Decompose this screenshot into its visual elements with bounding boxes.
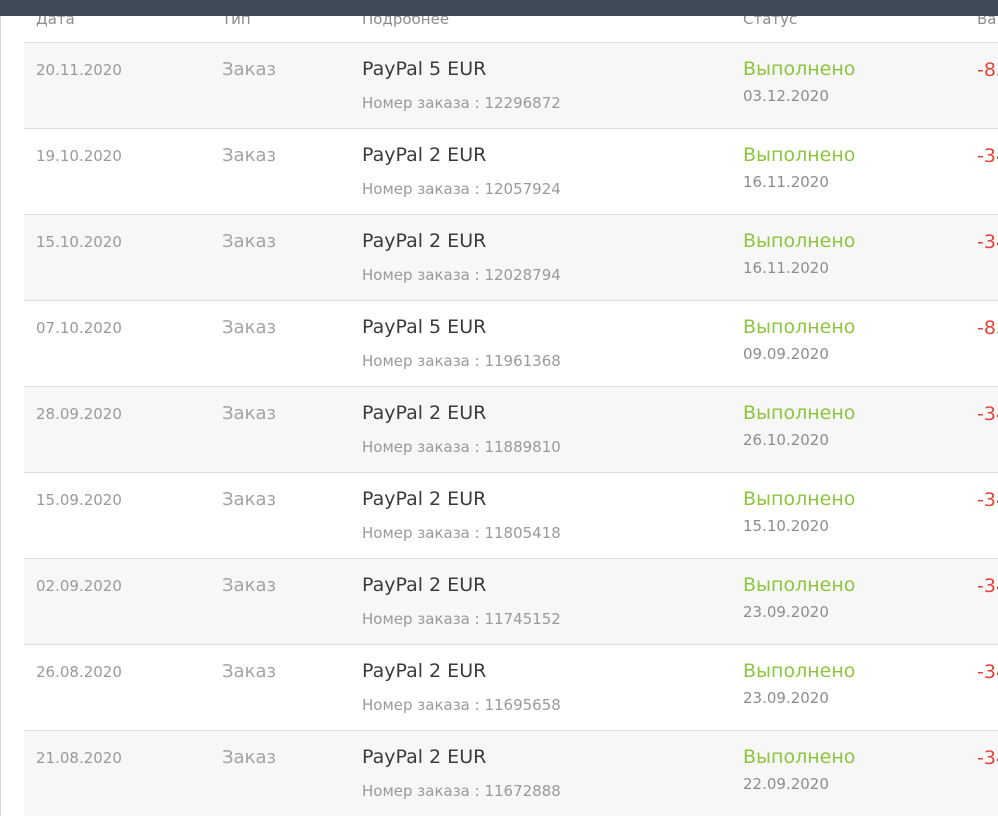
row-order-number: Номер заказа : 11745152 [362,610,561,628]
row-title: PayPal 2 EUR [362,402,487,424]
orders-table: Дата Тип Подробнее Статус Ва 20.11.2020 … [24,0,998,816]
row-title: PayPal 5 EUR [362,58,487,80]
row-order-number: Номер заказа : 12057924 [362,180,561,198]
row-status-date: 23.09.2020 [743,603,829,621]
table-row[interactable]: 02.09.2020 Заказ PayPal 2 EUR Номер зака… [24,559,998,645]
table-row[interactable]: 21.08.2020 Заказ PayPal 2 EUR Номер зака… [24,731,998,816]
row-amount: -34 [977,661,998,683]
row-type: Заказ [222,145,277,166]
row-amount: -34 [977,747,998,769]
row-status: Выполнено [743,230,856,252]
row-date: 07.10.2020 [36,319,122,337]
row-type: Заказ [222,489,277,510]
table-row[interactable]: 19.10.2020 Заказ PayPal 2 EUR Номер зака… [24,129,998,215]
row-title: PayPal 2 EUR [362,488,487,510]
row-date: 19.10.2020 [36,147,122,165]
left-border [0,16,1,816]
row-title: PayPal 2 EUR [362,660,487,682]
row-date: 21.08.2020 [36,749,122,767]
row-title: PayPal 2 EUR [362,230,487,252]
row-amount: -34 [977,145,998,167]
row-status: Выполнено [743,144,856,166]
row-date: 28.09.2020 [36,405,122,423]
row-type: Заказ [222,575,277,596]
row-amount: -34 [977,403,998,425]
row-status-date: 03.12.2020 [743,87,829,105]
row-title: PayPal 2 EUR [362,574,487,596]
row-status-date: 16.11.2020 [743,173,829,191]
row-status: Выполнено [743,574,856,596]
row-amount: -85 [977,59,998,81]
row-date: 20.11.2020 [36,61,122,79]
table-row[interactable]: 15.10.2020 Заказ PayPal 2 EUR Номер зака… [24,215,998,301]
row-title: PayPal 2 EUR [362,144,487,166]
row-type: Заказ [222,661,277,682]
row-status-date: 15.10.2020 [743,517,829,535]
row-status: Выполнено [743,316,856,338]
table-row[interactable]: 28.09.2020 Заказ PayPal 2 EUR Номер зака… [24,387,998,473]
row-status: Выполнено [743,660,856,682]
table-row[interactable]: 26.08.2020 Заказ PayPal 2 EUR Номер зака… [24,645,998,731]
row-order-number: Номер заказа : 12296872 [362,94,561,112]
row-status-date: 09.09.2020 [743,345,829,363]
row-type: Заказ [222,317,277,338]
row-date: 15.09.2020 [36,491,122,509]
top-bar [0,0,998,16]
row-amount: -34 [977,575,998,597]
row-type: Заказ [222,59,277,80]
row-title: PayPal 2 EUR [362,746,487,768]
row-status: Выполнено [743,746,856,768]
table-row[interactable]: 07.10.2020 Заказ PayPal 5 EUR Номер зака… [24,301,998,387]
row-status-date: 22.09.2020 [743,775,829,793]
row-order-number: Номер заказа : 11889810 [362,438,561,456]
row-status: Выполнено [743,58,856,80]
row-status-date: 26.10.2020 [743,431,829,449]
row-type: Заказ [222,747,277,768]
row-date: 26.08.2020 [36,663,122,681]
row-type: Заказ [222,403,277,424]
row-type: Заказ [222,231,277,252]
row-date: 02.09.2020 [36,577,122,595]
table-row[interactable]: 15.09.2020 Заказ PayPal 2 EUR Номер зака… [24,473,998,559]
row-status: Выполнено [743,402,856,424]
row-amount: -34 [977,489,998,511]
table-body: 20.11.2020 Заказ PayPal 5 EUR Номер зака… [24,43,998,816]
row-status-date: 16.11.2020 [743,259,829,277]
row-amount: -34 [977,231,998,253]
row-order-number: Номер заказа : 11672888 [362,782,561,800]
row-title: PayPal 5 EUR [362,316,487,338]
row-order-number: Номер заказа : 11805418 [362,524,561,542]
row-date: 15.10.2020 [36,233,122,251]
table-row[interactable]: 20.11.2020 Заказ PayPal 5 EUR Номер зака… [24,43,998,129]
row-status-date: 23.09.2020 [743,689,829,707]
row-order-number: Номер заказа : 11961368 [362,352,561,370]
row-order-number: Номер заказа : 12028794 [362,266,561,284]
row-order-number: Номер заказа : 11695658 [362,696,561,714]
row-amount: -85 [977,317,998,339]
row-status: Выполнено [743,488,856,510]
